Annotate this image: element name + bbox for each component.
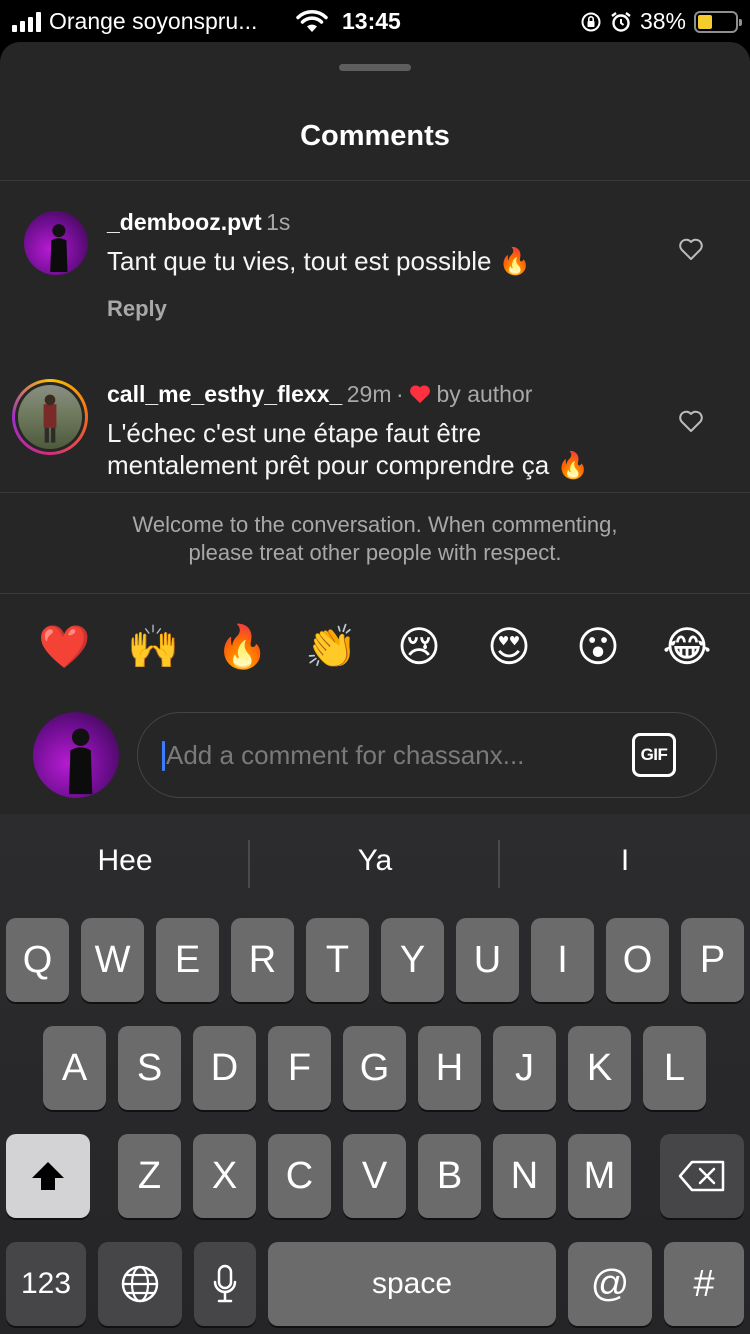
key-l[interactable]: L bbox=[643, 1026, 706, 1110]
orientation-lock-icon bbox=[581, 12, 601, 31]
key-x[interactable]: X bbox=[193, 1134, 256, 1218]
battery-percent: 38% bbox=[639, 8, 686, 34]
reply-button[interactable]: Reply bbox=[107, 296, 167, 322]
comments-list[interactable]: _dembooz.pvt 1s Tant que tu vies, tout e… bbox=[0, 181, 750, 492]
shift-key[interactable] bbox=[6, 1134, 90, 1218]
key-j[interactable]: J bbox=[493, 1026, 556, 1110]
battery-fill bbox=[698, 14, 712, 29]
status-right: 38% bbox=[580, 8, 742, 35]
key-u[interactable]: U bbox=[456, 918, 519, 1002]
like-heart-icon[interactable] bbox=[678, 237, 704, 261]
microphone-icon bbox=[213, 1264, 237, 1303]
hash-key[interactable]: # bbox=[664, 1242, 744, 1326]
reaction-laughing[interactable]: 😂 bbox=[662, 622, 712, 672]
conversation-notice: Welcome to the conversation. When commen… bbox=[0, 492, 750, 594]
suggestion[interactable]: Hee bbox=[0, 844, 250, 878]
at-key[interactable]: @ bbox=[568, 1242, 652, 1326]
comment-header: call_me_esthy_flexx_ 29m · by author bbox=[107, 381, 532, 408]
like-heart-icon[interactable] bbox=[678, 409, 704, 433]
avatar-figure bbox=[68, 728, 92, 795]
key-v[interactable]: V bbox=[343, 1134, 406, 1218]
keyboard: Hee Ya I QWERTYUIOPASDFGHJKLZXCVBNM 123 … bbox=[0, 814, 750, 1334]
status-left: Orange soyonspru... bbox=[12, 8, 257, 35]
avatar-ring-inner bbox=[15, 382, 85, 452]
sheet-grabber[interactable] bbox=[339, 64, 411, 71]
comment-item: _dembooz.pvt 1s Tant que tu vies, tout e… bbox=[0, 181, 750, 351]
key-g[interactable]: G bbox=[343, 1026, 406, 1110]
avatar-photo bbox=[18, 385, 82, 449]
composer-avatar bbox=[33, 712, 119, 798]
comment-text: L'échec c'est une étape faut être mental… bbox=[107, 418, 589, 480]
key-i[interactable]: I bbox=[531, 918, 594, 1002]
suggestion[interactable]: Ya bbox=[250, 844, 500, 878]
gif-button[interactable]: GIF bbox=[632, 733, 676, 777]
key-f[interactable]: F bbox=[268, 1026, 331, 1110]
avatar[interactable] bbox=[12, 379, 88, 455]
comment-text: Tant que tu vies, tout est possible 🔥 bbox=[107, 246, 532, 276]
key-a[interactable]: A bbox=[43, 1026, 106, 1110]
key-d[interactable]: D bbox=[193, 1026, 256, 1110]
clock: 13:45 bbox=[342, 8, 401, 34]
notice-line-2: please treat other people with respect. bbox=[188, 540, 562, 565]
comment-username[interactable]: call_me_esthy_flexx_ bbox=[107, 381, 342, 407]
reaction-raising-hands[interactable]: 🙌 bbox=[127, 622, 179, 672]
key-w[interactable]: W bbox=[81, 918, 144, 1002]
key-p[interactable]: P bbox=[681, 918, 744, 1002]
numbers-key[interactable]: 123 bbox=[6, 1242, 86, 1326]
key-t[interactable]: T bbox=[306, 918, 369, 1002]
predictive-bar: Hee Ya I bbox=[0, 814, 750, 914]
sheet-title: Comments bbox=[300, 120, 450, 152]
reaction-surprised[interactable]: 😮 bbox=[573, 622, 623, 672]
cellular-signal-icon bbox=[12, 11, 41, 32]
author-heart-icon bbox=[410, 385, 430, 404]
meta-separator: · bbox=[395, 381, 404, 407]
liked-by-author-label: by author bbox=[436, 381, 533, 407]
alarm-icon bbox=[611, 11, 631, 32]
comment-header: _dembooz.pvt 1s bbox=[107, 209, 290, 236]
comment-username[interactable]: _dembooz.pvt bbox=[107, 209, 262, 235]
comment-age: 29m bbox=[346, 381, 392, 407]
globe-icon bbox=[121, 1265, 159, 1303]
key-r[interactable]: R bbox=[231, 918, 294, 1002]
key-s[interactable]: S bbox=[118, 1026, 181, 1110]
carrier-name: Orange soyonspru... bbox=[49, 8, 258, 34]
key-e[interactable]: E bbox=[156, 918, 219, 1002]
suggestion[interactable]: I bbox=[500, 844, 750, 878]
reaction-fire[interactable]: 🔥 bbox=[216, 622, 268, 672]
wifi-icon bbox=[296, 10, 328, 32]
avatar-person bbox=[43, 394, 57, 443]
key-y[interactable]: Y bbox=[381, 918, 444, 1002]
status-bar: Orange soyonspru... 13:45 38% bbox=[0, 0, 750, 42]
quick-reactions: ❤️ 🙌 🔥 👏 😢 😍 😮 😂 bbox=[0, 622, 750, 678]
notice-line-1: Welcome to the conversation. When commen… bbox=[132, 512, 618, 537]
shift-icon bbox=[32, 1162, 64, 1190]
key-h[interactable]: H bbox=[418, 1026, 481, 1110]
space-key[interactable]: space bbox=[268, 1242, 556, 1326]
reaction-clapping[interactable]: 👏 bbox=[305, 622, 357, 672]
key-c[interactable]: C bbox=[268, 1134, 331, 1218]
comment-age: 1s bbox=[266, 209, 291, 235]
avatar[interactable] bbox=[24, 211, 88, 275]
key-q[interactable]: Q bbox=[6, 918, 69, 1002]
comment-item: call_me_esthy_flexx_ 29m · by author L'é… bbox=[0, 379, 750, 492]
avatar-figure bbox=[50, 223, 68, 273]
comments-sheet: Comments _dembooz.pvt 1s Tant que tu vie… bbox=[0, 42, 750, 814]
key-m[interactable]: M bbox=[568, 1134, 631, 1218]
backspace-icon bbox=[678, 1160, 725, 1192]
text-caret bbox=[162, 741, 165, 771]
backspace-key[interactable] bbox=[660, 1134, 744, 1218]
key-n[interactable]: N bbox=[493, 1134, 556, 1218]
key-b[interactable]: B bbox=[418, 1134, 481, 1218]
globe-key[interactable] bbox=[98, 1242, 182, 1326]
reaction-crying[interactable]: 😢 bbox=[394, 622, 444, 672]
comment-placeholder: Add a comment for chassanx... bbox=[166, 740, 525, 770]
key-z[interactable]: Z bbox=[118, 1134, 181, 1218]
key-o[interactable]: O bbox=[606, 918, 669, 1002]
key-k[interactable]: K bbox=[568, 1026, 631, 1110]
reaction-heart-eyes[interactable]: 😍 bbox=[484, 622, 534, 672]
reaction-red-heart[interactable]: ❤️ bbox=[38, 622, 90, 672]
dictation-key[interactable] bbox=[194, 1242, 256, 1326]
battery-icon bbox=[694, 10, 742, 33]
comment-input[interactable]: Add a comment for chassanx... GIF bbox=[137, 712, 717, 798]
